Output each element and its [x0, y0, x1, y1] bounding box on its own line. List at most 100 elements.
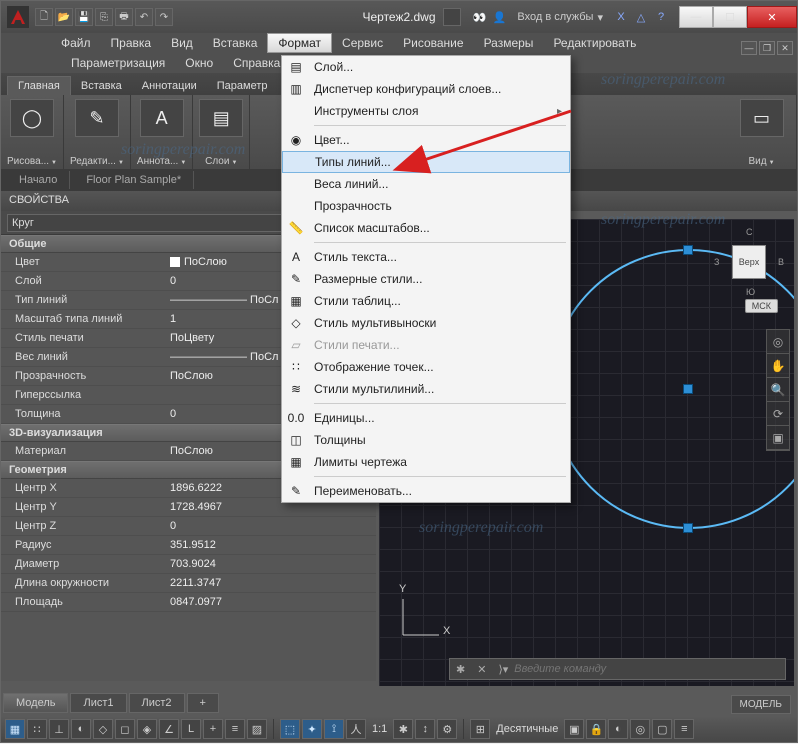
props-value[interactable]: 351.9512 [170, 539, 376, 551]
props-row[interactable]: Радиус351.9512 [1, 536, 376, 555]
status-units-icon[interactable]: ⊞ [470, 719, 490, 739]
status-dynucs-icon[interactable]: L [181, 719, 201, 739]
props-row[interactable]: Площадь0847.0977 [1, 593, 376, 612]
layout-tab-0[interactable]: Модель [3, 693, 68, 713]
exchange-x-icon[interactable]: X [613, 9, 629, 25]
format-menu-item[interactable]: Веса линий... [282, 173, 570, 195]
status-quickprops-icon[interactable]: ▣ [564, 719, 584, 739]
grip-north[interactable] [683, 245, 693, 255]
status-annoscale-icon[interactable]: ⟟ [324, 719, 344, 739]
qat-saveas-icon[interactable]: ⎘ [95, 8, 113, 26]
format-menu-item[interactable]: 0.0Единицы... [282, 407, 570, 429]
viewcube[interactable]: С В Ю З Верх [716, 229, 782, 295]
status-dyninput-icon[interactable]: + [203, 719, 223, 739]
wcs-badge[interactable]: МСК [745, 299, 778, 313]
maximize-button[interactable]: ☐ [713, 6, 747, 28]
format-menu-item[interactable]: ≋Стили мультилиний... [282, 378, 570, 400]
nav-zoom-icon[interactable]: 🔍 [767, 378, 789, 402]
status-isodraft-icon[interactable]: ◇ [93, 719, 113, 739]
binoculars-icon[interactable]: 👀 [471, 9, 487, 25]
mdi-close-button[interactable]: ✕ [777, 41, 793, 55]
minimize-button[interactable]: — [679, 6, 713, 28]
mdi-minimize-button[interactable]: — [741, 41, 757, 55]
cmdline-history-icon[interactable]: ✱ [450, 663, 471, 676]
ribbon-tab-3[interactable]: Параметр [207, 77, 278, 95]
file-tab-0[interactable]: Начало [7, 171, 70, 189]
file-tab-1[interactable]: Floor Plan Sample* [74, 171, 194, 189]
status-workspace-icon[interactable]: ⚙ [437, 719, 457, 739]
status-ortho-icon[interactable]: ⊥ [49, 719, 69, 739]
status-3dosnap-icon[interactable]: ◈ [137, 719, 157, 739]
command-input[interactable] [514, 663, 785, 675]
ribbon-panel-2[interactable]: AАннота... [131, 95, 193, 169]
status-lockui-icon[interactable]: 🔒 [586, 719, 606, 739]
menu-рисование[interactable]: Рисование [393, 34, 473, 52]
status-transparency-icon[interactable]: ▨ [247, 719, 267, 739]
status-customize-icon[interactable]: ≡ [674, 719, 694, 739]
format-menu-item[interactable]: ✎Переименовать... [282, 480, 570, 502]
nav-orbit-icon[interactable]: ⟳ [767, 402, 789, 426]
ribbon-tab-1[interactable]: Вставка [71, 77, 132, 95]
status-isolate-icon[interactable]: ◎ [630, 719, 650, 739]
format-menu-item[interactable]: ▥Диспетчер конфигураций слоев... [282, 78, 570, 100]
app-logo[interactable] [7, 6, 29, 28]
qat-undo-icon[interactable]: ↶ [135, 8, 153, 26]
ribbon-tab-2[interactable]: Аннотации [132, 77, 207, 95]
layout-tab-3[interactable]: + [187, 693, 219, 713]
layout-tab-2[interactable]: Лист2 [129, 693, 185, 713]
format-menu-item[interactable]: ▦Стили таблиц... [282, 290, 570, 312]
props-row[interactable]: Центр Z0 [1, 517, 376, 536]
format-menu-item[interactable]: ∷Отображение точек... [282, 356, 570, 378]
status-annovisibility-icon[interactable]: ✱ [393, 719, 413, 739]
menu-правка[interactable]: Правка [101, 34, 162, 52]
format-menu-item[interactable]: Инструменты слоя▸ [282, 100, 570, 122]
nav-showmotion-icon[interactable]: ▣ [767, 426, 789, 450]
status-scale[interactable]: 1:1 [368, 723, 391, 735]
ribbon-tab-0[interactable]: Главная [7, 76, 71, 95]
menu-редактировать[interactable]: Редактировать [543, 34, 646, 52]
ribbon-panel-3[interactable]: ▤Слои [193, 95, 250, 169]
status-osnap-icon[interactable]: ◻ [115, 719, 135, 739]
model-space-label[interactable]: МОДЕЛЬ [731, 695, 791, 714]
nav-pan-icon[interactable]: ✋ [767, 354, 789, 378]
status-autoscale-icon[interactable]: ↕ [415, 719, 435, 739]
cmdline-close-icon[interactable]: ✕ [471, 663, 492, 676]
menu-вставка[interactable]: Вставка [203, 34, 268, 52]
qat-redo-icon[interactable]: ↷ [155, 8, 173, 26]
nav-wheel-icon[interactable]: ◎ [767, 330, 789, 354]
status-selection-icon[interactable]: ⬚ [280, 719, 300, 739]
ribbon-panel-1[interactable]: ✎Редакти... [64, 95, 131, 169]
menu-вид[interactable]: Вид [161, 34, 203, 52]
menu-размеры[interactable]: Размеры [474, 34, 544, 52]
layout-tab-1[interactable]: Лист1 [70, 693, 126, 713]
format-menu-item[interactable]: ◇Стиль мультивыноски [282, 312, 570, 334]
props-row[interactable]: Длина окружности2211.3747 [1, 574, 376, 593]
menu-параметризация[interactable]: Параметризация [61, 54, 175, 72]
format-menu-item[interactable]: Типы линий... [282, 151, 570, 173]
qat-new-icon[interactable]: 🗋 [35, 8, 53, 26]
menu-файл[interactable]: Файл [51, 34, 101, 52]
props-value[interactable]: 2211.3747 [170, 577, 376, 589]
menu-формат[interactable]: Формат [267, 33, 332, 53]
user-icon[interactable]: 👤 [491, 9, 507, 25]
ribbon-panel-5[interactable]: ▭Вид [727, 95, 797, 169]
status-hardware-icon[interactable]: ◐ [608, 719, 628, 739]
qat-open-icon[interactable]: 📂 [55, 8, 73, 26]
status-gizmo-icon[interactable]: ✦ [302, 719, 322, 739]
props-value[interactable]: 0847.0977 [170, 596, 376, 608]
format-menu-item[interactable]: ◉Цвет... [282, 129, 570, 151]
status-units[interactable]: Десятичные [492, 723, 562, 735]
ribbon-panel-0[interactable]: ◯Рисова... [1, 95, 64, 169]
format-menu-item[interactable]: AСтиль текста... [282, 246, 570, 268]
search-box[interactable] [443, 8, 461, 26]
status-annomonitor-icon[interactable]: 人 [346, 719, 366, 739]
qat-save-icon[interactable]: 💾 [75, 8, 93, 26]
grip-south[interactable] [683, 523, 693, 533]
menu-сервис[interactable]: Сервис [332, 34, 393, 52]
props-value[interactable]: 0 [170, 520, 376, 532]
format-menu-item[interactable]: ◫Толщины [282, 429, 570, 451]
status-snapmode-icon[interactable]: ∷ [27, 719, 47, 739]
props-value[interactable]: 703.9024 [170, 558, 376, 570]
status-cleanscreen-icon[interactable]: ▢ [652, 719, 672, 739]
format-menu-item[interactable]: Прозрачность [282, 195, 570, 217]
